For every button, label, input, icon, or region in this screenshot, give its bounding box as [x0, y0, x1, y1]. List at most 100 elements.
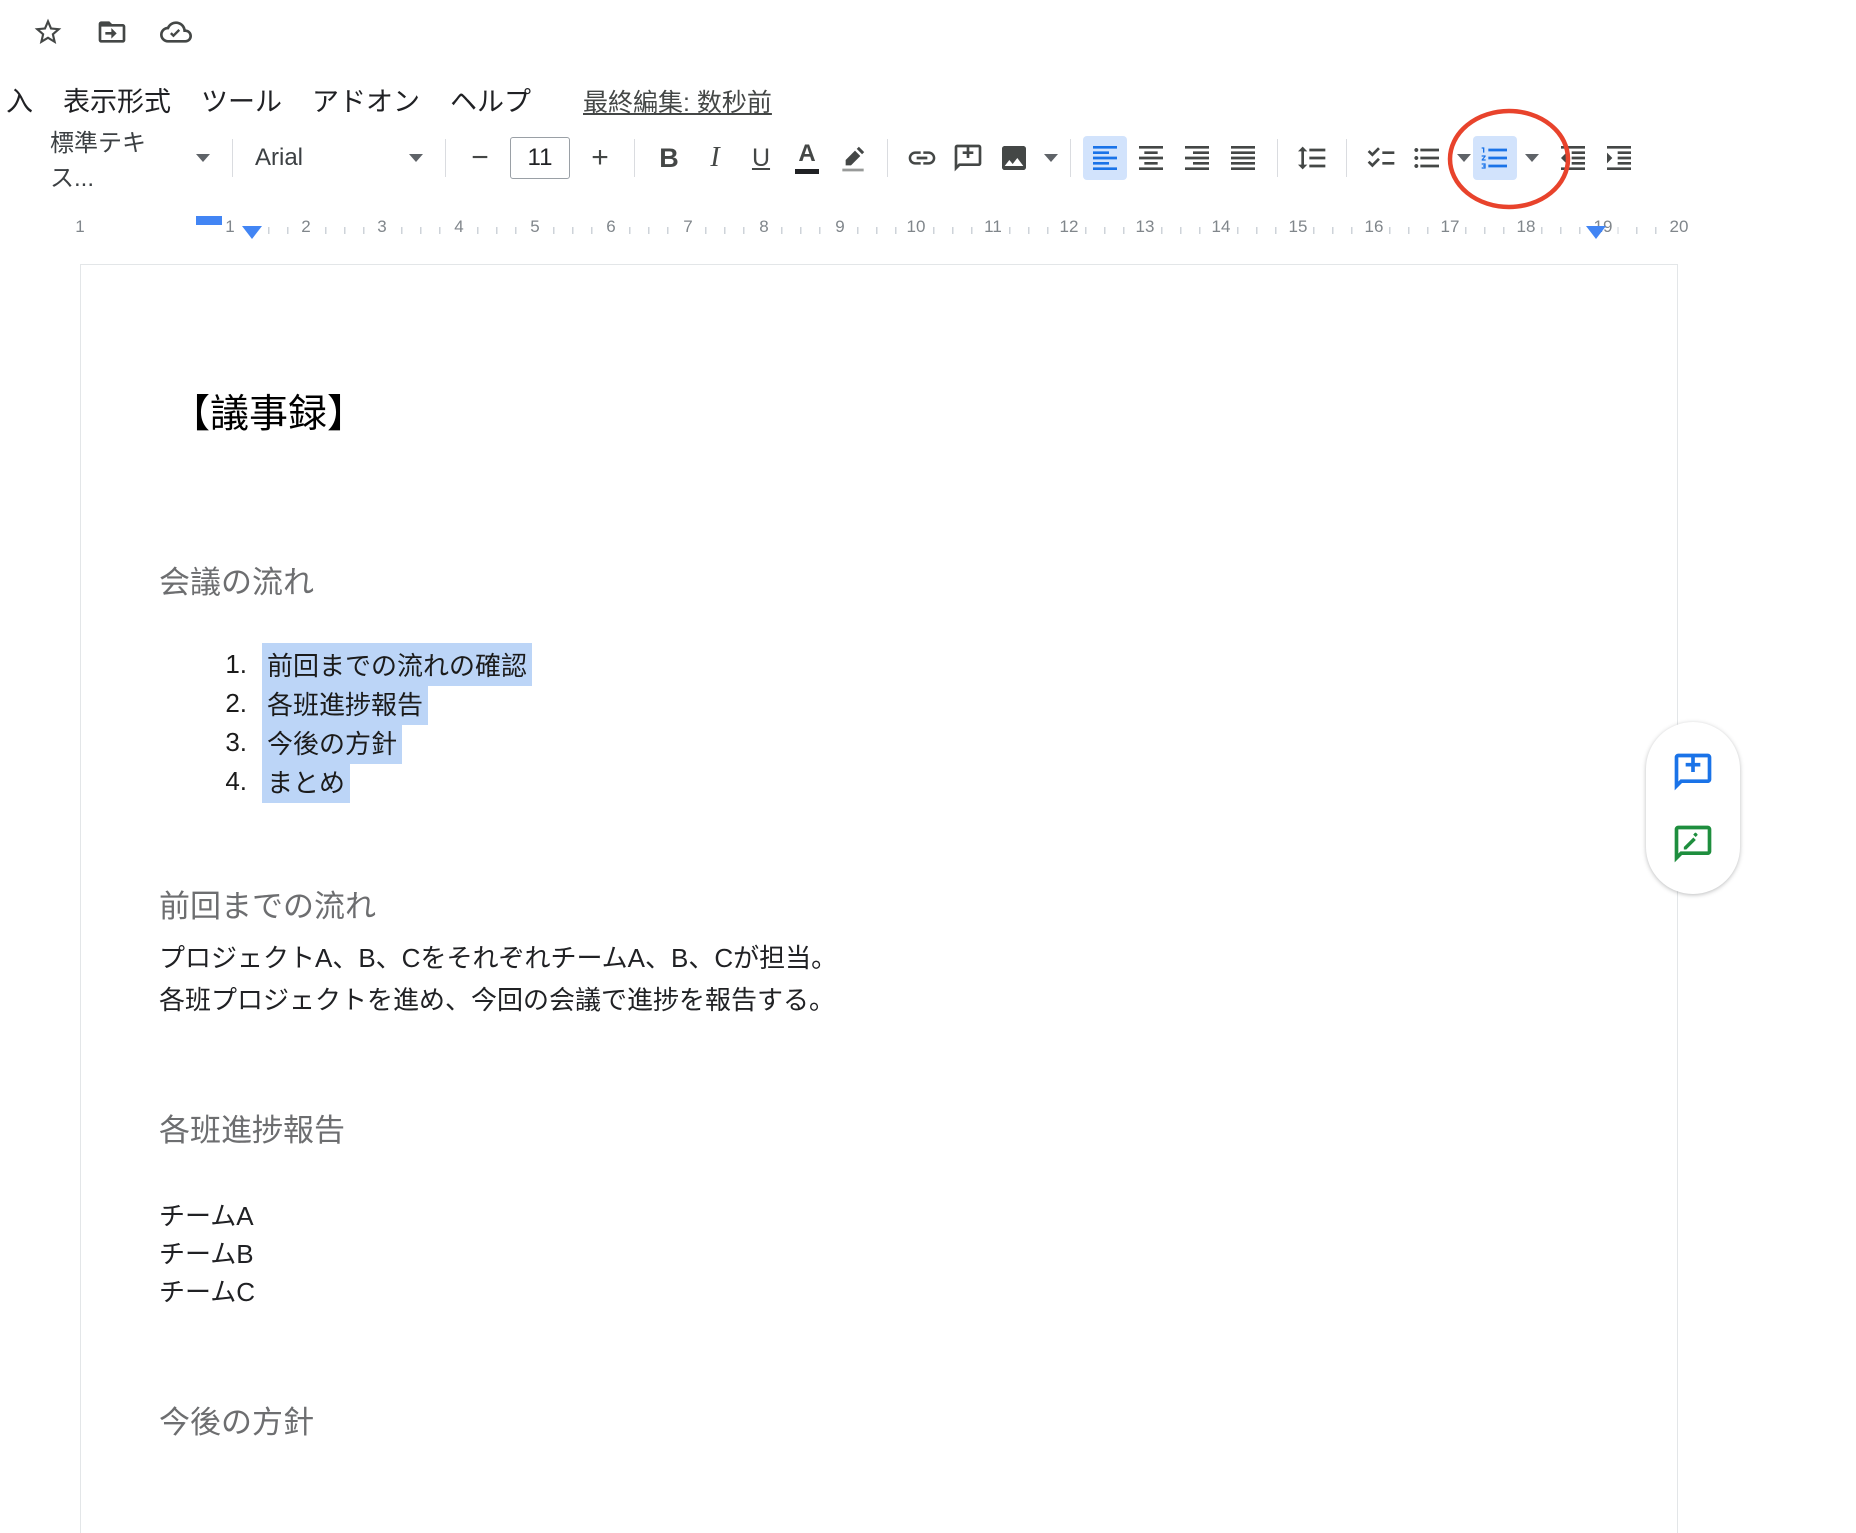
list-number: 4. — [209, 766, 247, 797]
ruler-label: 5 — [525, 217, 544, 237]
align-center-button[interactable] — [1129, 136, 1173, 180]
last-edit-link[interactable]: 最終編集: 数秒前 — [583, 83, 772, 119]
chevron-down-icon — [196, 154, 210, 162]
checklist-icon — [1365, 142, 1397, 174]
list-number: 3. — [209, 727, 247, 758]
suggest-edits-fab[interactable] — [1670, 821, 1716, 867]
decrease-font-size-button[interactable]: − — [458, 136, 502, 180]
styles-dropdown[interactable]: 標準テキス... — [40, 136, 220, 180]
ruler-label: 8 — [754, 217, 773, 237]
selected-text: 前回までの流れの確認 — [262, 643, 532, 686]
align-right-icon — [1181, 142, 1213, 174]
menu-item-addons[interactable]: アドオン — [312, 80, 420, 119]
highlighter-icon — [837, 142, 869, 174]
document-header-icons — [30, 14, 194, 50]
heading-policy: 今後の方針 — [159, 1397, 314, 1442]
insert-link-button[interactable] — [900, 136, 944, 180]
bulleted-list-icon — [1411, 142, 1443, 174]
heading-previous: 前回までの流れ — [159, 881, 376, 926]
font-size-input[interactable]: 11 — [510, 137, 570, 179]
heading-agenda: 会議の流れ — [159, 557, 314, 602]
numbered-list-button[interactable] — [1473, 136, 1517, 180]
list-item: 4. まとめ — [209, 762, 532, 801]
ruler-label: 14 — [1207, 217, 1236, 237]
toolbar-separator — [1070, 139, 1071, 177]
line-spacing-icon — [1296, 142, 1328, 174]
ruler[interactable]: 1 1 2 3 4 5 6 7 8 9 10 11 12 13 14 15 16… — [0, 212, 1856, 252]
minus-icon: − — [471, 141, 489, 175]
ruler-label: 7 — [678, 217, 697, 237]
team-list: チームA チームB チームC — [159, 1197, 255, 1311]
chevron-down-icon[interactable] — [1457, 154, 1471, 162]
styles-dropdown-value: 標準テキス... — [50, 123, 188, 193]
align-left-button[interactable] — [1083, 136, 1127, 180]
paragraph: プロジェクトA、B、CをそれぞれチームA、B、Cが担当。 各班プロジェクトを進め… — [159, 937, 837, 1021]
ruler-label: 16 — [1360, 217, 1389, 237]
text-color-button[interactable]: A — [785, 136, 829, 180]
toolbar-separator — [445, 139, 446, 177]
ruler-label: 6 — [601, 217, 620, 237]
list-item: 1. 前回までの流れの確認 — [209, 645, 532, 684]
chevron-down-icon — [409, 154, 423, 162]
link-icon — [906, 142, 938, 174]
menu-item-insert-partial[interactable]: 入 — [6, 80, 33, 119]
menu-item-tools[interactable]: ツール — [201, 80, 282, 119]
ruler-label: 3 — [372, 217, 391, 237]
image-icon — [998, 142, 1030, 174]
indent-decrease-button[interactable] — [1551, 136, 1595, 180]
heading-progress: 各班進捗報告 — [159, 1105, 345, 1150]
star-icon[interactable] — [30, 14, 66, 50]
ruler-label: 18 — [1512, 217, 1541, 237]
ruler-label: 10 — [902, 217, 931, 237]
ruler-label: 13 — [1131, 217, 1160, 237]
left-indent-marker[interactable] — [242, 226, 262, 239]
italic-button[interactable]: I — [693, 136, 737, 180]
insert-image-button[interactable] — [992, 136, 1036, 180]
highlight-color-button[interactable] — [831, 136, 875, 180]
move-folder-icon[interactable] — [94, 14, 130, 50]
list-number: 2. — [209, 688, 247, 719]
team-line: チームB — [159, 1235, 255, 1273]
cloud-saved-icon[interactable] — [158, 14, 194, 50]
menu-item-format[interactable]: 表示形式 — [63, 80, 171, 119]
add-comment-button[interactable] — [946, 136, 990, 180]
align-justify-button[interactable] — [1221, 136, 1265, 180]
selected-text: 今後の方針 — [262, 721, 402, 764]
agenda-list: 1. 前回までの流れの確認 2. 各班進捗報告 3. 今後の方針 4. まとめ — [209, 645, 532, 801]
bold-icon: B — [659, 143, 679, 174]
document-page[interactable]: 【議事録】 会議の流れ 1. 前回までの流れの確認 2. 各班進捗報告 3. 今… — [80, 264, 1678, 1533]
menu-item-help[interactable]: ヘルプ — [450, 80, 531, 119]
chevron-down-icon[interactable] — [1044, 154, 1058, 162]
toolbar-separator — [232, 139, 233, 177]
align-justify-icon — [1227, 142, 1259, 174]
list-number: 1. — [209, 649, 247, 680]
bold-button[interactable]: B — [647, 136, 691, 180]
underline-icon: U — [752, 144, 770, 173]
align-right-button[interactable] — [1175, 136, 1219, 180]
selected-text: まとめ — [262, 760, 350, 803]
toolbar: 標準テキス... Arial − 11 + B I U A — [40, 126, 1641, 190]
team-line: チームC — [159, 1273, 255, 1311]
paragraph-line: プロジェクトA、B、CをそれぞれチームA、B、Cが担当。 — [159, 937, 837, 979]
plus-icon: + — [591, 141, 609, 175]
toolbar-separator — [1346, 139, 1347, 177]
checklist-button[interactable] — [1359, 136, 1403, 180]
ruler-label: 20 — [1665, 217, 1694, 237]
increase-font-size-button[interactable]: + — [578, 136, 622, 180]
align-left-icon — [1089, 142, 1121, 174]
ruler-label: 11 — [979, 217, 1007, 237]
floating-action-pill — [1646, 722, 1740, 894]
right-indent-marker[interactable] — [1586, 226, 1606, 239]
bulleted-list-button[interactable] — [1405, 136, 1449, 180]
list-item: 2. 各班進捗報告 — [209, 684, 532, 723]
numbered-list-group — [1473, 136, 1539, 180]
underline-button[interactable]: U — [739, 136, 783, 180]
line-spacing-button[interactable] — [1290, 136, 1334, 180]
chevron-down-icon[interactable] — [1525, 154, 1539, 162]
font-dropdown[interactable]: Arial — [245, 136, 433, 180]
add-comment-fab[interactable] — [1670, 749, 1716, 795]
indent-increase-button[interactable] — [1597, 136, 1641, 180]
first-line-indent-marker[interactable] — [196, 216, 222, 225]
paragraph-line: 各班プロジェクトを進め、今回の会議で進捗を報告する。 — [159, 979, 837, 1021]
suggest-edit-icon — [1671, 822, 1715, 866]
